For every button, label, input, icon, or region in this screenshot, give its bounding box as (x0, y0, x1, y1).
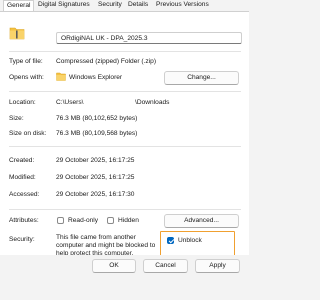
location-label: Location: (9, 99, 36, 106)
change-button[interactable]: Change... (164, 71, 239, 85)
created-value: 29 October 2025, 16:17:25 (56, 157, 135, 164)
file-name-field[interactable]: ORdigiNAL UK - DPA_2025.3 (56, 32, 242, 44)
accessed-value: 29 October 2025, 16:17:30 (56, 191, 135, 198)
apply-button[interactable]: Apply (195, 259, 240, 273)
divider (9, 91, 241, 92)
ok-button[interactable]: OK (92, 259, 136, 273)
security-label: Security: (9, 236, 35, 243)
accessed-label: Accessed: (9, 191, 40, 198)
attributes-label: Attributes: (9, 217, 39, 224)
unblock-highlight (160, 231, 235, 258)
security-message-line-1: This file came from another (56, 234, 136, 241)
cancel-button[interactable]: Cancel (143, 259, 188, 273)
opens-with-label: Opens with: (9, 74, 44, 81)
zip-folder-icon (9, 27, 25, 40)
location-value-start: C:\Users\ (56, 99, 84, 106)
divider (9, 209, 241, 210)
tab-digital-signatures[interactable]: Digital Signatures (35, 0, 93, 11)
modified-label: Modified: (9, 174, 36, 181)
general-panel: ORdigiNAL UK - DPA_2025.3 Type of file: … (0, 11, 249, 257)
unblock-label[interactable]: Unblock (178, 237, 202, 244)
tab-details[interactable]: Details (125, 0, 151, 11)
readonly-label: Read-only (68, 217, 99, 224)
type-of-file-label: Type of file: (9, 58, 43, 65)
tab-security[interactable]: Security (95, 0, 125, 11)
hidden-label: Hidden (118, 217, 139, 224)
opens-with-value: Windows Explorer (69, 74, 123, 81)
modified-value: 29 October 2025, 16:17:25 (56, 174, 135, 181)
security-message-line-2: computer and might be blocked to (56, 242, 156, 249)
location-value-end: \Downloads (135, 99, 170, 106)
readonly-checkbox[interactable] (57, 217, 64, 224)
dialog-footer: OK Cancel Apply (0, 255, 249, 300)
hidden-checkbox[interactable] (107, 217, 114, 224)
divider (9, 51, 241, 52)
windows-explorer-icon (56, 72, 66, 81)
size-label: Size: (9, 115, 24, 122)
size-on-disk-label: Size on disk: (9, 130, 47, 137)
advanced-button[interactable]: Advanced... (164, 214, 239, 228)
size-on-disk-value: 76.3 MB (80,109,568 bytes) (56, 130, 138, 137)
type-of-file-value: Compressed (zipped) Folder (.zip) (56, 58, 157, 65)
divider (9, 146, 241, 147)
tab-previous-versions[interactable]: Previous Versions (153, 0, 212, 11)
unblock-checkbox[interactable] (167, 237, 174, 244)
tab-strip: General Digital Signatures Security Deta… (0, 0, 249, 12)
created-label: Created: (9, 157, 35, 164)
size-value: 76.3 MB (80,102,652 bytes) (56, 115, 138, 122)
